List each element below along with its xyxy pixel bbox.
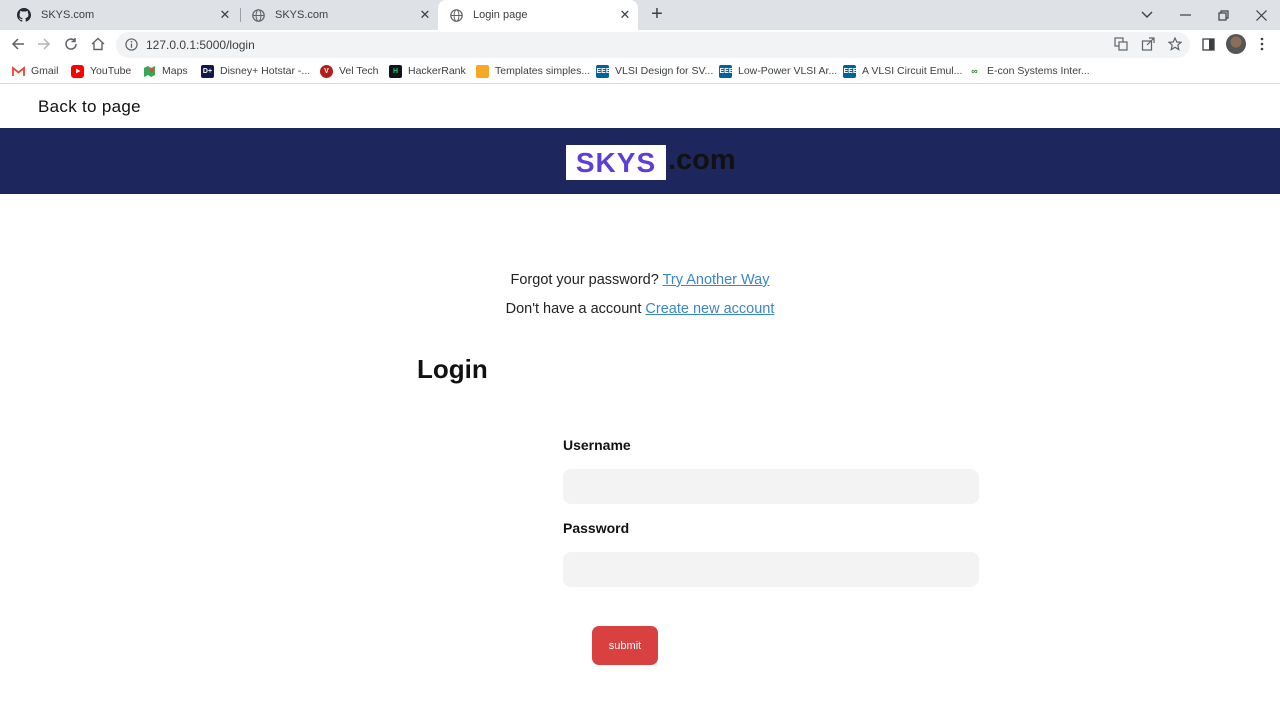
username-label: Username [563, 437, 631, 453]
address-bar[interactable]: 127.0.0.1:5000/login [116, 32, 1190, 58]
globe-icon [448, 7, 464, 23]
templates-icon [476, 64, 489, 78]
ieee-icon: IEEE [718, 64, 733, 78]
signup-text: Don't have a account [505, 301, 642, 317]
tab-title: Login page [473, 9, 528, 21]
close-tab-icon[interactable]: ✕ [418, 8, 432, 22]
home-icon[interactable] [89, 35, 107, 53]
create-account-link[interactable]: Create new account [645, 301, 774, 317]
bookmark-label: A VLSI Circuit Emul... [862, 65, 963, 77]
new-tab-icon[interactable]: + [646, 4, 668, 26]
bookmark-label: Vel Tech [339, 65, 379, 77]
close-window-icon[interactable] [1242, 0, 1280, 30]
youtube-icon [71, 64, 84, 78]
brand-logo: SKYS [566, 145, 666, 180]
forgot-password-line: Forgot your password? Try Another Way [0, 272, 1280, 288]
reload-icon[interactable] [62, 35, 80, 53]
username-input[interactable] [563, 469, 979, 504]
veltech-icon: V [320, 64, 333, 78]
github-icon [16, 7, 32, 23]
bookmark-hotstar[interactable]: D+ Disney+ Hotstar -... [201, 63, 310, 79]
close-tab-icon[interactable]: ✕ [218, 8, 232, 22]
forward-arrow-icon[interactable] [35, 35, 53, 53]
translate-icon[interactable] [1113, 36, 1129, 52]
submit-button[interactable]: submit [592, 626, 658, 665]
tab-skys-2[interactable]: SKYS.com ✕ [242, 0, 438, 30]
ieee-icon: IEEE [842, 64, 857, 78]
bookmark-gmail[interactable]: Gmail [12, 63, 58, 79]
bookmark-youtube[interactable]: YouTube [71, 63, 131, 79]
bookmark-label: HackerRank [408, 65, 466, 77]
close-tab-icon[interactable]: ✕ [618, 8, 632, 22]
tab-separator [240, 8, 241, 22]
bookmark-label: Maps [162, 65, 188, 77]
bookmark-low-power-vlsi[interactable]: IEEE Low-Power VLSI Ar... [718, 63, 838, 79]
page-title: Login [417, 354, 488, 384]
forgot-password-text: Forgot your password? [510, 272, 659, 288]
browser-toolbar: 127.0.0.1:5000/login [0, 30, 1280, 58]
ieee-icon: IEEE [595, 64, 610, 78]
econ-icon: ∞ [971, 66, 978, 76]
share-icon[interactable] [1140, 36, 1156, 52]
side-panel-icon[interactable] [1200, 36, 1216, 52]
tab-strip: SKYS.com ✕ SKYS.com ✕ Login page ✕ + [0, 0, 1280, 30]
bookmark-label: YouTube [90, 65, 132, 77]
bookmark-label: VLSI Design for SV... [615, 65, 714, 77]
back-to-page-link[interactable]: Back to page [38, 97, 141, 117]
bookmark-label: Gmail [31, 65, 59, 77]
bookmark-templates[interactable]: Templates simples... [476, 63, 590, 79]
signup-line: Don't have a account Create new account [0, 301, 1280, 317]
tab-title: SKYS.com [41, 9, 95, 21]
bookmark-hackerrank[interactable]: H HackerRank [389, 63, 466, 79]
globe-icon [250, 7, 266, 23]
bookmark-label: E-con Systems Inter... [987, 65, 1090, 77]
password-label: Password [563, 520, 630, 536]
hotstar-icon: D+ [201, 64, 214, 78]
site-info-icon[interactable] [125, 38, 139, 52]
tab-login-page[interactable]: Login page ✕ [438, 0, 638, 30]
password-input[interactable] [563, 552, 979, 587]
bookmark-star-icon[interactable] [1167, 36, 1183, 52]
back-arrow-icon[interactable] [9, 35, 27, 53]
hackerrank-icon: H [389, 64, 402, 78]
tab-title: SKYS.com [275, 9, 329, 21]
bookmark-veltech[interactable]: V Vel Tech [320, 63, 379, 79]
bookmark-label: Disney+ Hotstar -... [220, 65, 311, 77]
bookmarks-bar: Gmail YouTube Maps D+ Disney+ Hotstar -.… [0, 58, 1280, 84]
restore-icon[interactable] [1204, 0, 1242, 30]
minimize-icon[interactable] [1166, 0, 1204, 30]
try-another-way-link[interactable]: Try Another Way [663, 272, 770, 288]
brand-header: SKYS .com [0, 128, 1280, 194]
tab-search-icon[interactable] [1128, 0, 1166, 30]
bookmark-maps[interactable]: Maps [143, 63, 188, 79]
tab-skys-1[interactable]: SKYS.com ✕ [8, 0, 238, 30]
profile-avatar[interactable] [1226, 34, 1246, 54]
bookmark-econ-systems[interactable]: ∞ E-con Systems Inter... [968, 63, 1090, 79]
url-text: 127.0.0.1:5000/login [146, 38, 255, 52]
bookmark-label: Templates simples... [495, 65, 591, 77]
bookmark-label: Low-Power VLSI Ar... [738, 65, 838, 77]
gmail-icon [12, 65, 25, 78]
bookmark-vlsi-design[interactable]: IEEE VLSI Design for SV... [595, 63, 714, 79]
brand-suffix: .com [668, 144, 736, 176]
maps-icon [143, 65, 156, 78]
menu-icon[interactable] [1254, 36, 1270, 52]
bookmark-vlsi-circuit[interactable]: IEEE A VLSI Circuit Emul... [842, 63, 963, 79]
